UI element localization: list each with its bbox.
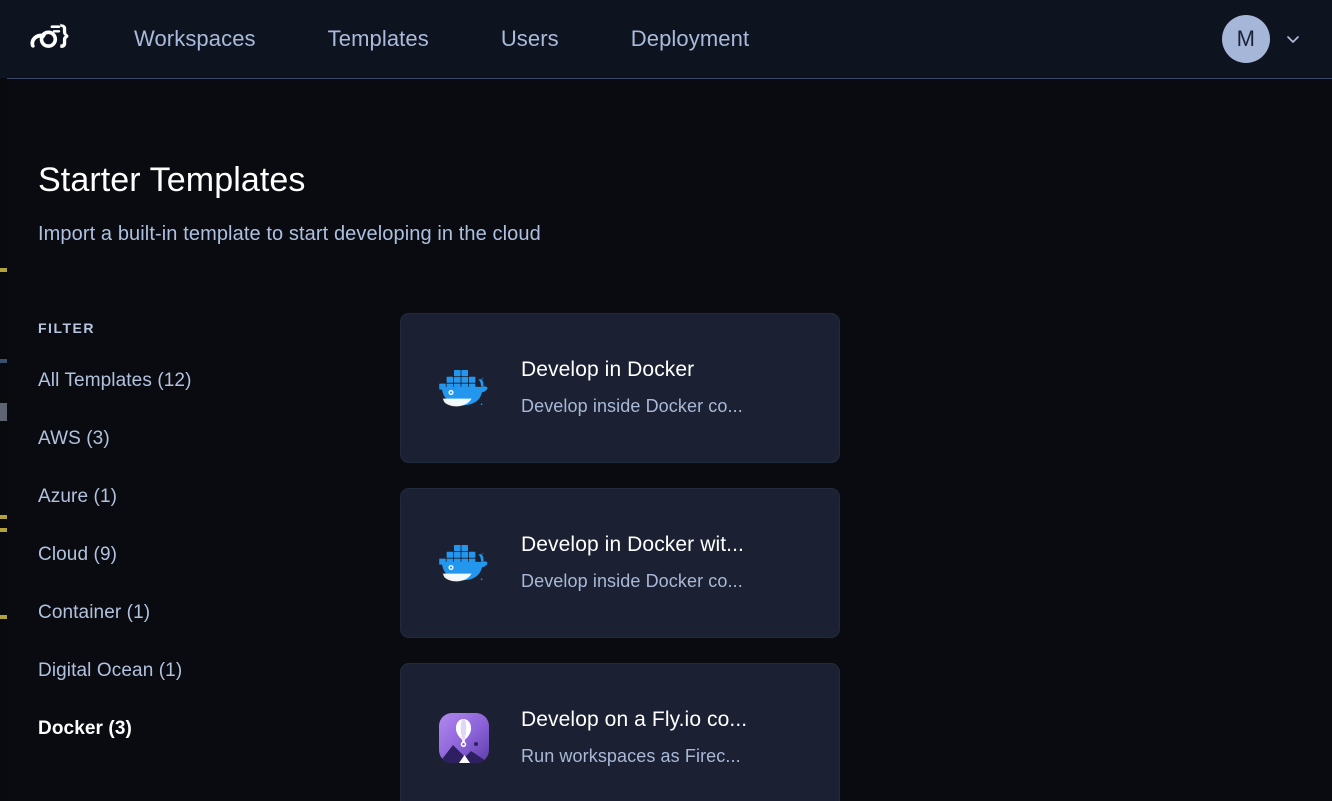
page-title: Starter Templates xyxy=(38,161,306,199)
scroll-marker xyxy=(0,359,7,363)
coder-logo-icon[interactable] xyxy=(22,16,76,62)
filter-item-container[interactable]: Container (1) xyxy=(38,602,150,624)
template-card-description: Develop inside Docker co... xyxy=(521,570,743,591)
template-card-title: Develop in Docker wit... xyxy=(521,532,744,556)
nav-item-templates[interactable]: Templates xyxy=(292,18,465,60)
template-card-text: Develop in Docker Develop inside Docker … xyxy=(521,358,815,419)
avatar[interactable]: M xyxy=(1222,15,1270,63)
filter-item-azure[interactable]: Azure (1) xyxy=(38,486,117,508)
filter-item-docker[interactable]: Docker (3) xyxy=(38,718,132,740)
template-card[interactable]: Develop in Docker Develop inside Docker … xyxy=(400,313,840,463)
chevron-down-icon[interactable] xyxy=(1284,30,1302,48)
filter-item-digital-ocean[interactable]: Digital Ocean (1) xyxy=(38,660,182,682)
main-nav: Workspaces Templates Users Deployment xyxy=(98,18,785,60)
filter-heading: FILTER xyxy=(38,320,95,336)
page-body: Starter Templates Import a built-in temp… xyxy=(0,161,1332,801)
template-card[interactable]: Develop in Docker wit... Develop inside … xyxy=(400,488,840,638)
content-area: FILTER All Templates (12) AWS (3) Azure … xyxy=(38,313,1332,801)
filter-sidebar: FILTER All Templates (12) AWS (3) Azure … xyxy=(38,313,400,801)
filter-item-aws[interactable]: AWS (3) xyxy=(38,428,110,450)
template-card[interactable]: Develop on a Fly.io co... Run workspaces… xyxy=(400,663,840,801)
template-card-text: Develop on a Fly.io co... Run workspaces… xyxy=(521,708,815,769)
user-menu-button[interactable]: M xyxy=(1222,15,1302,63)
top-navigation-bar: Workspaces Templates Users Deployment M xyxy=(0,0,1332,79)
template-card-grid: Develop in Docker Develop inside Docker … xyxy=(400,313,1332,801)
filter-item-cloud[interactable]: Cloud (9) xyxy=(38,544,117,566)
scroll-thumb[interactable] xyxy=(0,403,7,421)
template-card-description: Run workspaces as Firec... xyxy=(521,745,741,766)
template-card-text: Develop in Docker wit... Develop inside … xyxy=(521,533,815,594)
scroll-marker xyxy=(0,515,7,519)
template-card-title: Develop in Docker xyxy=(521,357,695,381)
template-card-title: Develop on a Fly.io co... xyxy=(521,707,748,731)
scroll-marker xyxy=(0,615,7,619)
page-subtitle: Import a built-in template to start deve… xyxy=(38,223,541,245)
docker-whale-icon xyxy=(435,534,493,592)
template-card-description: Develop inside Docker co... xyxy=(521,395,743,416)
nav-item-deployment[interactable]: Deployment xyxy=(595,18,785,60)
flyio-balloon-icon xyxy=(435,709,493,767)
scroll-marker-strip[interactable] xyxy=(0,78,7,801)
scroll-marker xyxy=(0,268,7,272)
docker-whale-icon xyxy=(435,359,493,417)
nav-item-workspaces[interactable]: Workspaces xyxy=(98,18,292,60)
nav-item-users[interactable]: Users xyxy=(465,18,595,60)
filter-item-all-templates[interactable]: All Templates (12) xyxy=(38,370,192,392)
scroll-marker xyxy=(0,528,7,532)
